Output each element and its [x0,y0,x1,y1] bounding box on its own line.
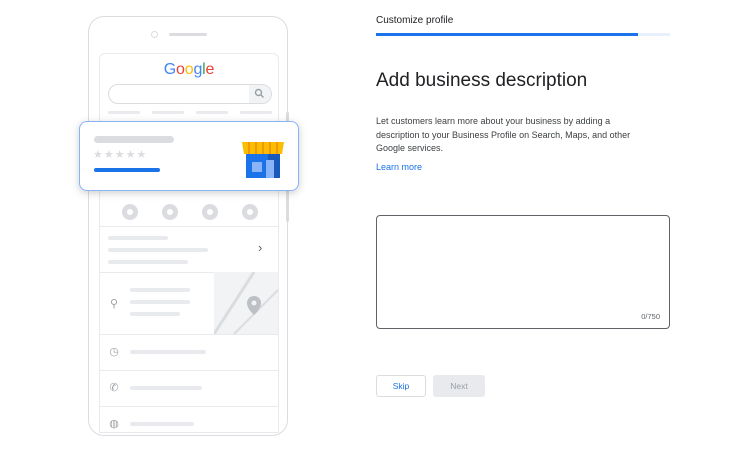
phone-screen: Google › ⚲ ◷ ✆ ◍ [99,53,279,433]
description-text: Let customers learn more about your busi… [376,116,631,153]
placeholder-line [108,236,168,240]
placeholder-line [130,312,180,316]
call-action-icon [122,204,138,220]
save-action-icon [202,204,218,220]
progress-bar [376,33,670,36]
placeholder-line [130,422,194,426]
globe-icon: ◍ [109,418,119,430]
divider [100,226,278,227]
phone-tab-3 [196,111,228,114]
google-logo: Google [163,61,215,78]
placeholder-line [130,300,190,304]
business-card: ★★★★★ [79,121,299,191]
placeholder-line [130,386,202,390]
clock-icon: ◷ [109,346,119,358]
phone-icon: ✆ [109,382,119,394]
map-pin-icon [212,271,278,335]
placeholder-line [130,350,206,354]
map-thumbnail [212,271,278,335]
chevron-right-icon: › [258,240,263,255]
placeholder-line [108,260,188,264]
skip-button[interactable]: Skip [376,375,426,397]
phone-tab-2 [152,111,184,114]
location-pin-icon: ⚲ [109,298,119,310]
phone-search-bar [108,84,272,104]
progress-fill [376,33,638,36]
phone-illustration: Google › ⚲ ◷ ✆ ◍ [88,16,288,436]
storefront-icon [242,142,284,178]
rating-stars: ★★★★★ [93,149,148,161]
phone-tab-4 [240,111,272,114]
phone-tab-1 [108,111,140,114]
divider [100,406,278,407]
step-title: Customize profile [376,15,454,26]
character-counter: 0/750 [641,312,660,321]
directions-action-icon [162,204,178,220]
phone-search-button [249,85,271,103]
divider [100,334,278,335]
speaker-slot [169,33,207,36]
business-name-placeholder [94,136,174,143]
website-action-icon [242,204,258,220]
divider [100,370,278,371]
camera-dot [151,31,158,38]
highlight-bar [94,168,160,172]
placeholder-line [130,288,190,292]
placeholder-line [108,248,208,252]
search-icon [254,88,264,98]
next-button[interactable]: Next [433,375,485,397]
page-title: Add business description [376,70,588,91]
learn-more-link[interactable]: Learn more [376,162,422,172]
